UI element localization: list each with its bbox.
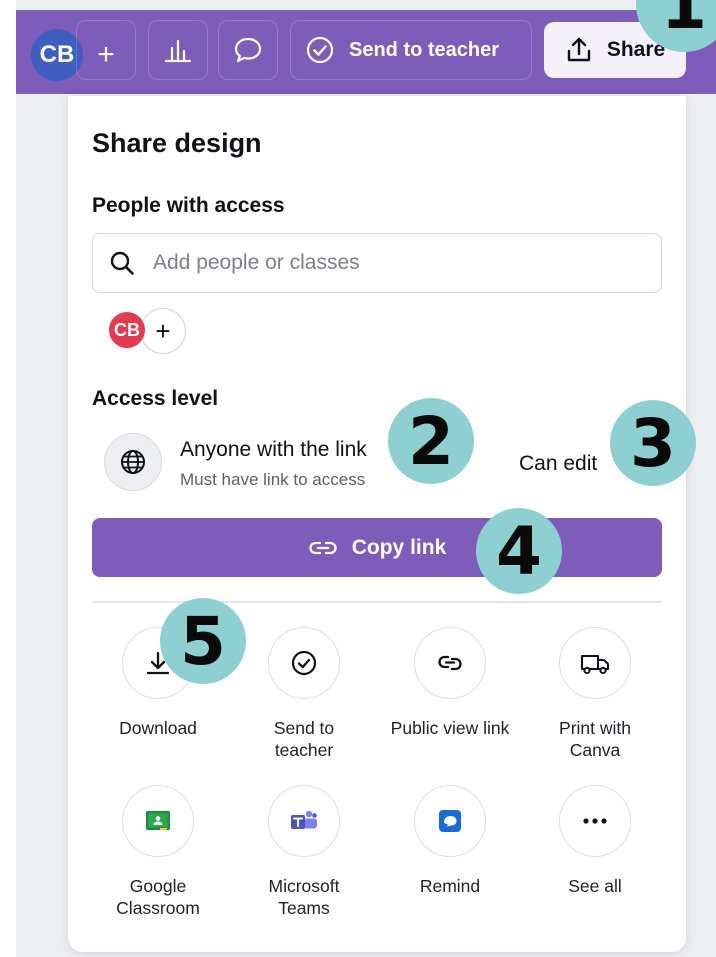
callout-2: 2 xyxy=(388,398,474,484)
permission-dropdown[interactable]: Can edit xyxy=(519,452,597,476)
microsoft-teams-button[interactable] xyxy=(268,785,340,857)
print-with-canva-label: Print with Canva xyxy=(559,718,631,760)
send-to-teacher-option[interactable] xyxy=(268,627,340,699)
callout-5: 5 xyxy=(160,598,246,684)
link-icon xyxy=(309,541,337,554)
comment-button[interactable] xyxy=(218,20,278,80)
copy-link-button[interactable]: Copy link xyxy=(92,518,662,577)
teams-icon xyxy=(291,810,317,829)
access-globe xyxy=(104,433,162,491)
panel-divider xyxy=(92,601,662,603)
google-classroom-button[interactable] xyxy=(122,785,194,857)
check-circle-icon xyxy=(306,36,334,64)
search-icon xyxy=(110,251,134,275)
comment-icon xyxy=(234,37,262,63)
print-with-canva-button[interactable] xyxy=(559,627,631,699)
copy-link-label: Copy link xyxy=(351,535,447,559)
google-classroom-label: Google Classroom xyxy=(116,876,200,918)
link-icon xyxy=(438,655,462,671)
insights-button[interactable] xyxy=(148,20,208,80)
add-collaborator-button[interactable]: + xyxy=(86,35,126,75)
public-view-link-button[interactable] xyxy=(414,627,486,699)
check-circle-icon xyxy=(291,650,317,676)
add-people-input[interactable] xyxy=(153,251,633,275)
member-avatar[interactable]: CB xyxy=(107,310,147,350)
remind-label: Remind xyxy=(419,876,481,896)
add-people-search xyxy=(92,233,662,293)
top-toolbar: CB + Send to teacher Share xyxy=(16,10,716,94)
panel-title: Share design xyxy=(92,128,262,158)
see-all-label: See all xyxy=(568,876,622,896)
remind-icon xyxy=(439,810,461,832)
truck-icon xyxy=(580,654,610,675)
callout-4: 4 xyxy=(476,508,562,594)
chart-icon xyxy=(164,39,192,63)
callout-3: 3 xyxy=(610,400,696,486)
people-with-access-label: People with access xyxy=(92,194,285,217)
more-icon xyxy=(583,818,607,824)
link-access-dropdown[interactable]: Anyone with the link xyxy=(180,438,367,462)
send-to-teacher-button[interactable]: Send to teacher xyxy=(290,20,532,80)
download-label: Download xyxy=(119,718,197,738)
upload-icon xyxy=(567,37,591,62)
google-classroom-icon xyxy=(146,811,170,830)
see-all-button[interactable] xyxy=(559,785,631,857)
remind-button[interactable] xyxy=(414,785,486,857)
send-to-teacher-option-label: Send to teacher xyxy=(273,718,335,760)
access-level-label: Access level xyxy=(92,387,219,410)
link-access-description: Must have link to access xyxy=(180,470,366,489)
globe-icon xyxy=(121,450,145,474)
microsoft-teams-label: Microsoft Teams xyxy=(268,876,340,918)
send-to-teacher-label: Send to teacher xyxy=(349,38,500,61)
public-view-link-label: Public view link xyxy=(390,718,510,738)
